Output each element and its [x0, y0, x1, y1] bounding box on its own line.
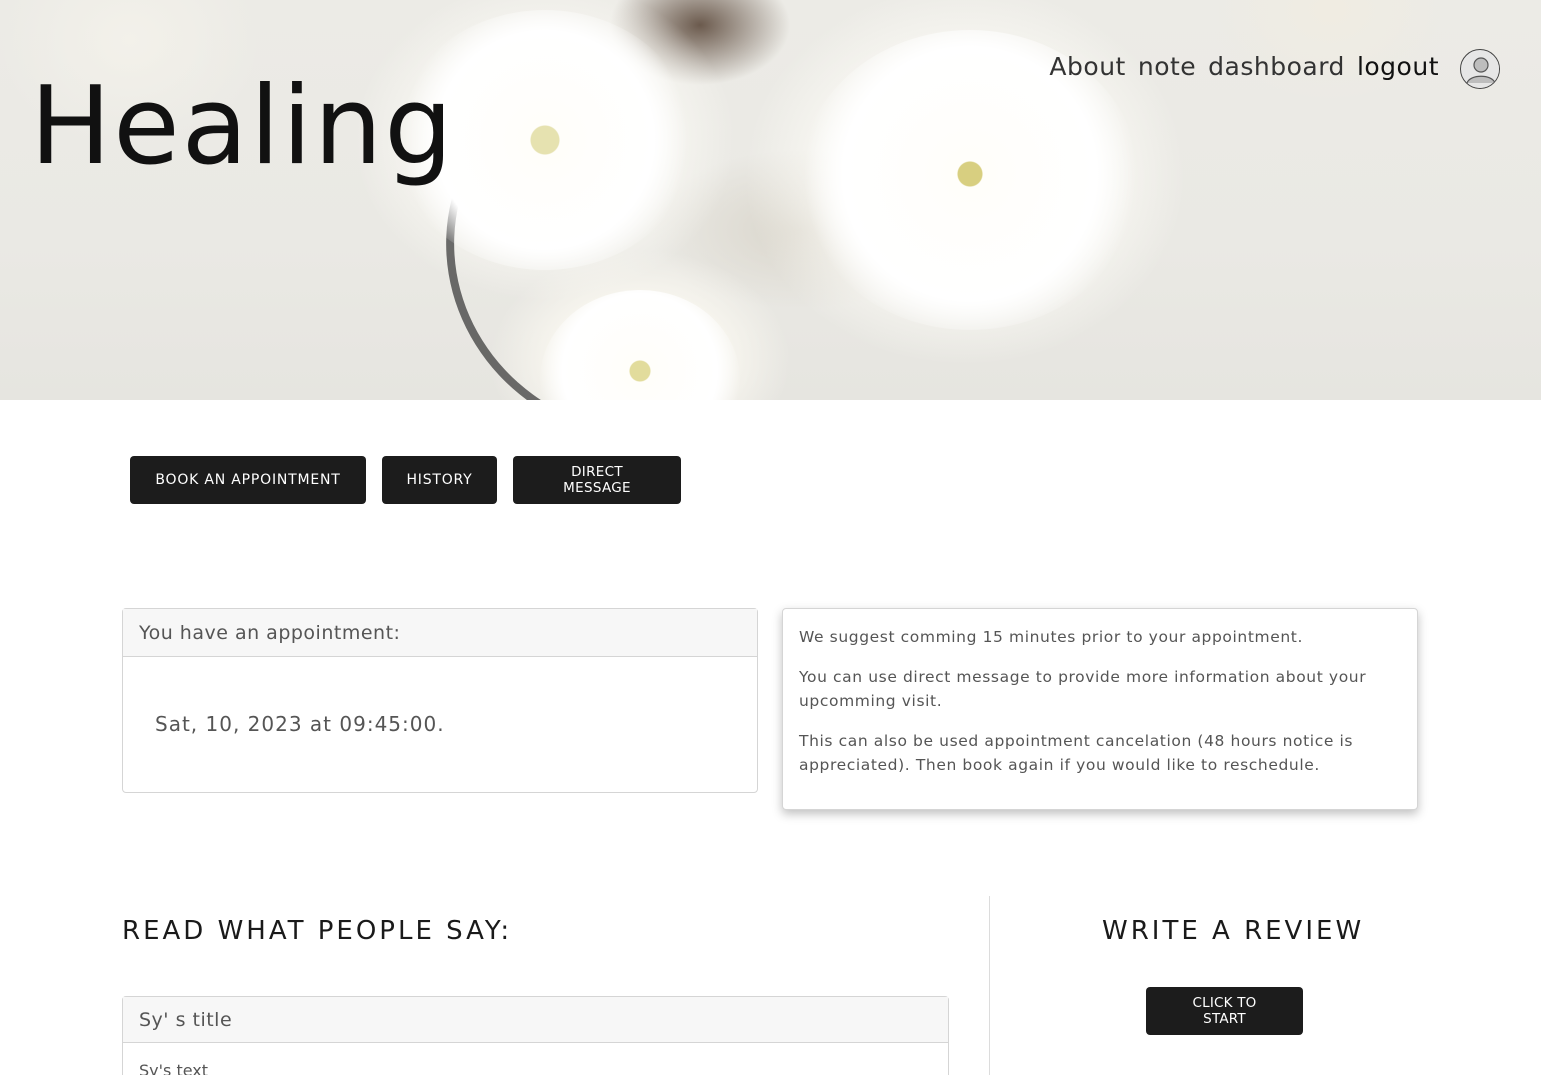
user-avatar-icon[interactable]	[1460, 49, 1500, 89]
info-cancelation-note: This can also be used appointment cancel…	[799, 732, 1354, 774]
info-direct-message-note: You can use direct message to provide mo…	[799, 668, 1367, 710]
review-text: Sy's text	[139, 1061, 209, 1075]
review-card: Sy' s title Sy's text	[122, 996, 949, 1075]
info-arrival-note: We suggest comming 15 minutes prior to y…	[799, 628, 1303, 646]
appointment-info-card: We suggest comming 15 minutes prior to y…	[782, 608, 1418, 810]
book-appointment-button[interactable]: BOOK AN APPOINTMENT	[130, 456, 366, 504]
appointment-datetime: Sat, 10, 2023 at 09:45:00.	[155, 712, 445, 736]
history-button[interactable]: HISTORY	[382, 456, 497, 504]
nav-about[interactable]: About	[1049, 52, 1125, 81]
site-title[interactable]: Healing	[30, 62, 455, 192]
section-divider	[989, 896, 990, 1075]
avatar-silhouette-icon	[1462, 51, 1499, 88]
reviews-heading: READ WHAT PEOPLE SAY:	[122, 916, 513, 946]
nav-dashboard[interactable]: dashboard	[1208, 52, 1345, 81]
review-title: Sy' s title	[123, 997, 948, 1043]
nav-note[interactable]: note	[1138, 52, 1196, 81]
write-review-heading: WRITE A REVIEW	[1102, 916, 1365, 946]
appointment-card: You have an appointment: Sat, 10, 2023 a…	[122, 608, 758, 793]
appointment-card-header: You have an appointment:	[123, 609, 757, 657]
top-nav: About note dashboard logout	[1049, 52, 1439, 81]
direct-message-button[interactable]: DIRECT MESSAGE	[513, 456, 681, 504]
start-review-button[interactable]: CLICK TO START	[1146, 987, 1303, 1035]
nav-logout[interactable]: logout	[1357, 52, 1439, 81]
